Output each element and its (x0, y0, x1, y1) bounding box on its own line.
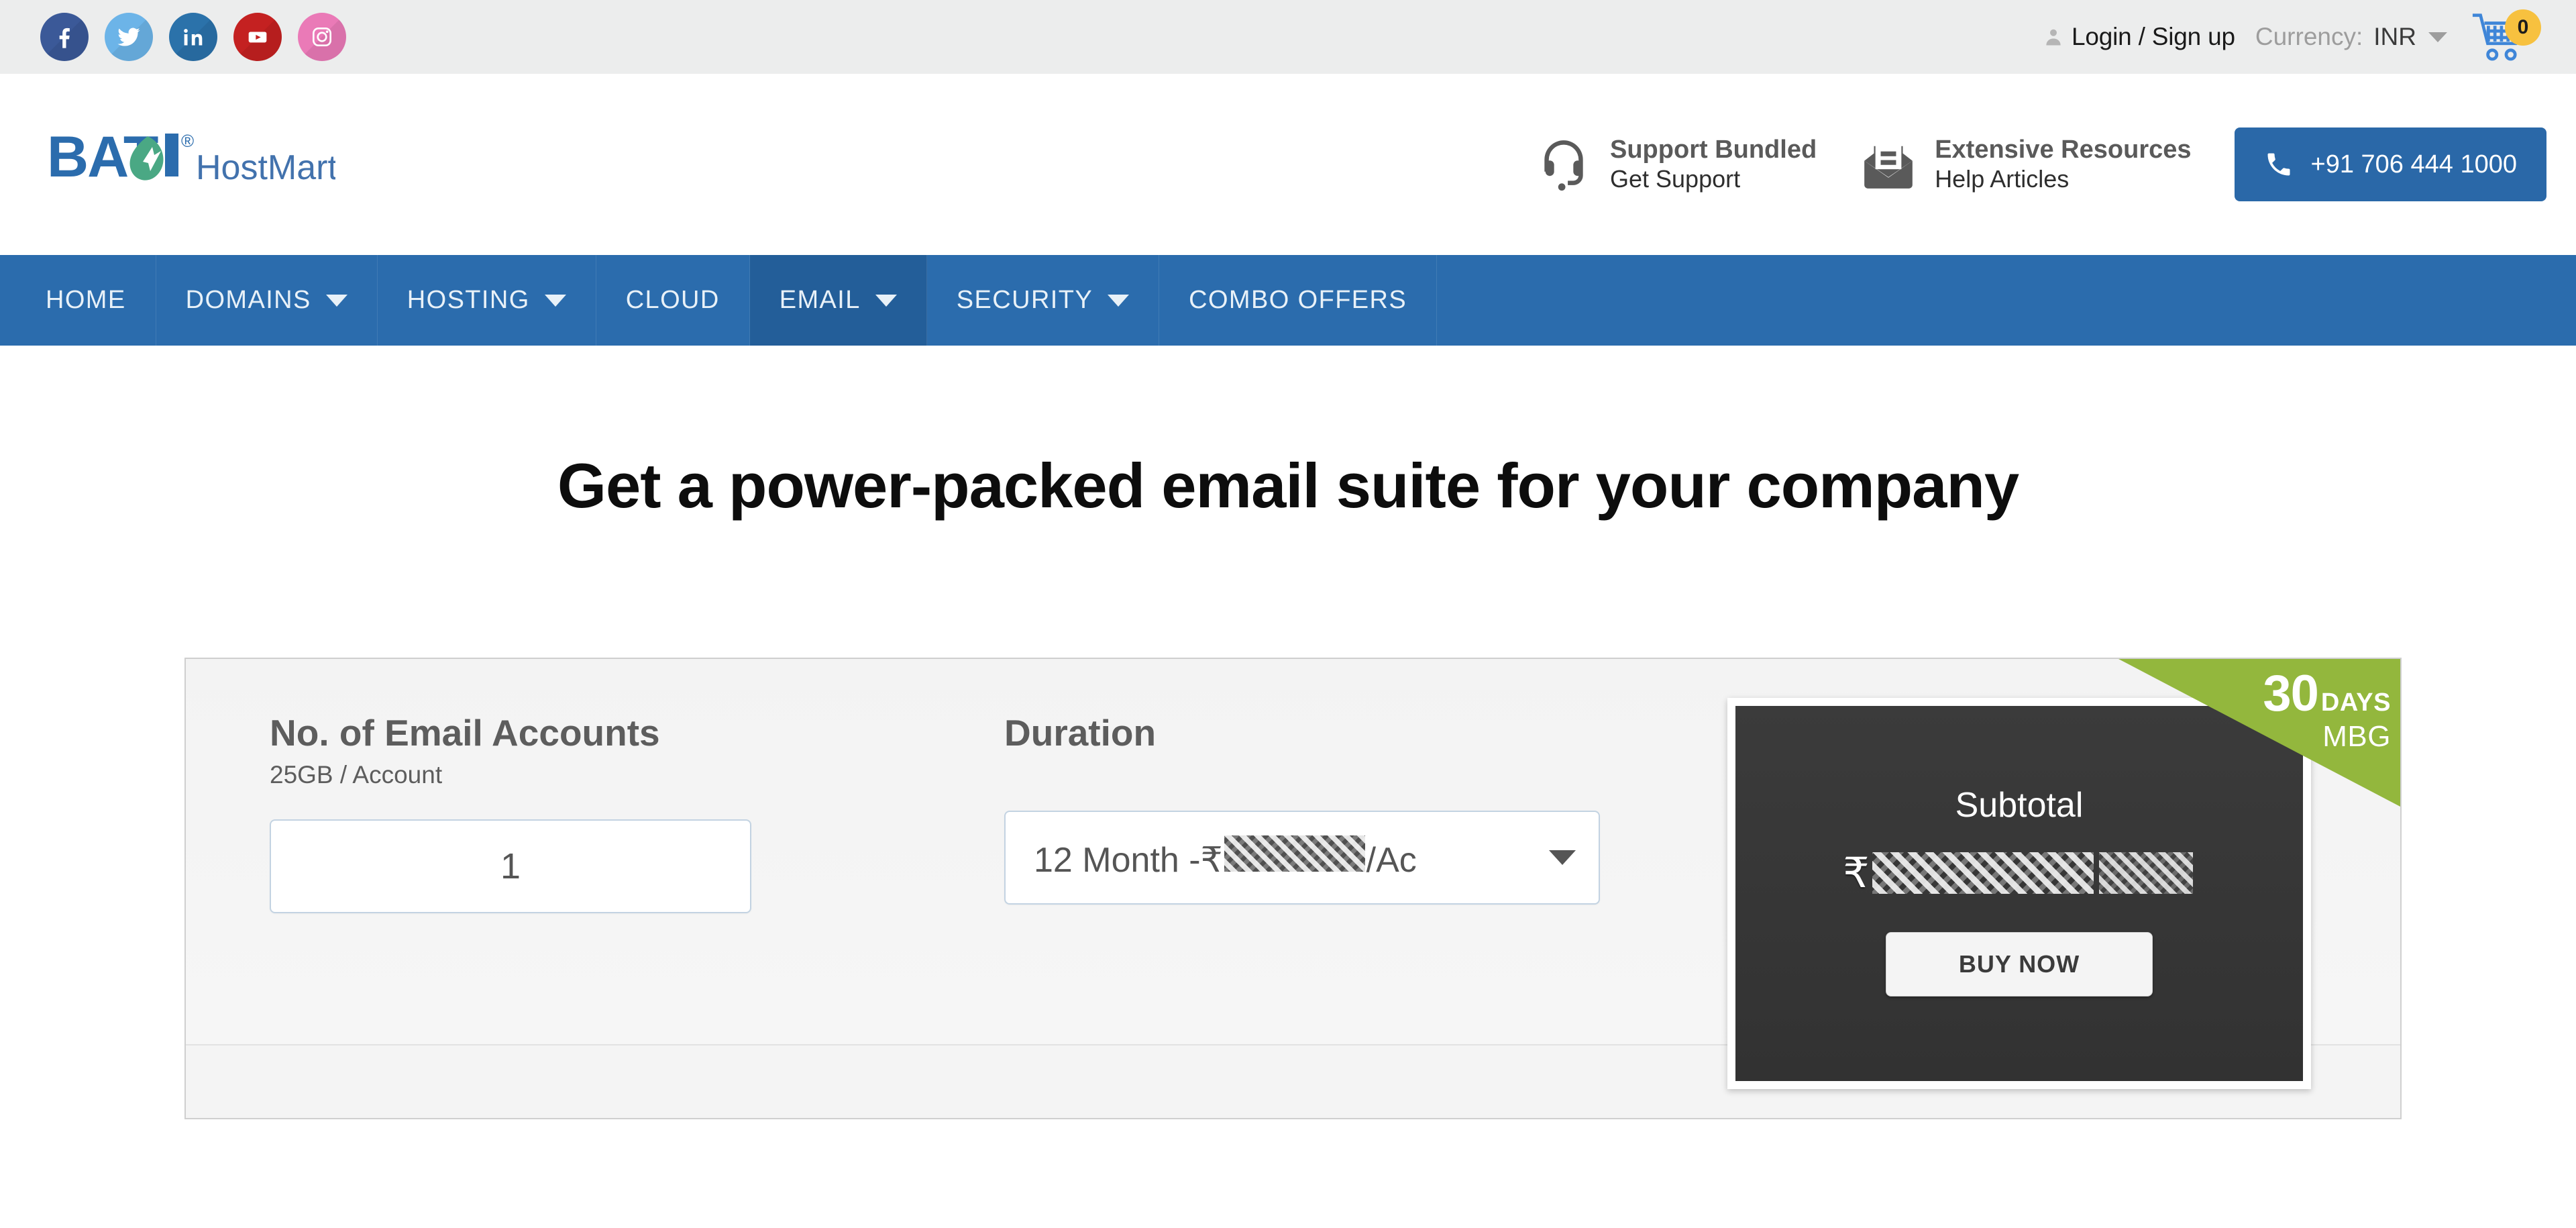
page-title: Get a power-packed email suite for your … (557, 450, 2019, 521)
email-accounts-sublabel: 25GB / Account (270, 761, 443, 788)
nav-label: HOME (46, 286, 126, 314)
topbar-right-group: Login / Sign up Currency: INR 0 (2043, 9, 2544, 64)
buy-now-button[interactable]: BUY NOW (1886, 932, 2153, 996)
duration-prefix: 12 Month - (1034, 840, 1201, 880)
header-features: Support Bundled Get Support Extensive Re… (1535, 127, 2546, 201)
feature-subtitle: Get Support (1610, 165, 1741, 193)
nav-item-security[interactable]: SECURITY (927, 255, 1160, 346)
duration-selected-value: 12 Month - ₹ /Ac (1034, 835, 1417, 880)
feature-subtitle: Help Articles (1935, 165, 2070, 193)
subtotal-inner: Subtotal ₹ BUY NOW (1735, 706, 2303, 1081)
feature-title: Support Bundled (1610, 136, 1817, 164)
nav-item-email[interactable]: EMAIL (749, 255, 927, 346)
chevron-down-icon (544, 294, 566, 307)
linkedin-icon[interactable] (169, 13, 217, 61)
nav-item-domains[interactable]: DOMAINS (156, 255, 378, 346)
duration-label: Duration (1004, 712, 1157, 754)
email-accounts-field-group: No. of Email Accounts 25GB / Account 1 (270, 711, 894, 913)
main-navigation: HOME DOMAINS HOSTING CLOUD EMAIL SECURIT… (0, 255, 2576, 346)
envelope-document-icon (1860, 136, 1917, 193)
subtotal-amount-redacted (1872, 852, 2094, 894)
cart-count-badge: 0 (2505, 9, 2541, 46)
nav-item-home[interactable]: HOME (0, 255, 156, 346)
phone-number: +91 706 444 1000 (2310, 150, 2517, 178)
subtotal-panel: Subtotal ₹ BUY NOW (1727, 698, 2311, 1089)
social-links (40, 13, 346, 61)
ribbon-unit: DAYS (2320, 688, 2391, 717)
phone-icon (2267, 153, 2290, 176)
nav-label: EMAIL (779, 286, 861, 314)
facebook-icon[interactable] (40, 13, 89, 61)
site-header: BAT ® HostMart Support Bundled Get Suppo… (0, 74, 2576, 255)
email-accounts-label: No. of Email Accounts (270, 712, 660, 754)
nav-item-hosting[interactable]: HOSTING (378, 255, 596, 346)
duration-field-group: Duration 12 Month - ₹ /Ac (1004, 711, 1675, 905)
feature-title: Extensive Resources (1935, 136, 2192, 164)
top-utility-bar: Login / Sign up Currency: INR 0 (0, 0, 2576, 74)
quantity-value: 1 (500, 846, 521, 886)
nav-item-cloud[interactable]: CLOUD (596, 255, 750, 346)
svg-text:HostMart: HostMart (196, 148, 335, 187)
subtotal-label: Subtotal (1955, 786, 2084, 825)
duration-price-redacted (1224, 835, 1365, 872)
user-account-icon[interactable] (2043, 25, 2063, 48)
duration-chevron-down-icon (1549, 850, 1576, 865)
buy-now-label: BUY NOW (1958, 950, 2080, 978)
duration-currency-symbol: ₹ (1200, 840, 1223, 880)
currency-chevron-down-icon[interactable] (2428, 32, 2447, 42)
login-signup-link[interactable]: Login / Sign up (2072, 23, 2235, 51)
svg-text:®: ® (181, 131, 194, 151)
nav-label: DOMAINS (185, 286, 311, 314)
headset-icon (1535, 136, 1593, 193)
twitter-icon[interactable] (105, 13, 153, 61)
batoi-hostmart-logo-icon: BAT ® HostMart (47, 125, 335, 189)
nav-item-combo-offers[interactable]: COMBO OFFERS (1159, 255, 1438, 346)
cart-button[interactable]: 0 (2470, 9, 2544, 64)
chevron-down-icon (1108, 294, 1130, 307)
email-accounts-quantity-input[interactable]: 1 (270, 819, 751, 913)
duration-suffix: /Ac (1366, 840, 1417, 880)
feature-support-bundled[interactable]: Support Bundled Get Support (1535, 135, 1817, 193)
brand-logo[interactable]: BAT ® HostMart (47, 124, 335, 205)
nav-label: SECURITY (956, 286, 1093, 314)
duration-select[interactable]: 12 Month - ₹ /Ac (1004, 811, 1600, 905)
currency-value[interactable]: INR (2373, 23, 2416, 51)
nav-label: COMBO OFFERS (1189, 286, 1407, 314)
instagram-icon[interactable] (298, 13, 346, 61)
nav-label: CLOUD (625, 286, 720, 314)
subtotal-amount-redacted-tail (2098, 852, 2193, 894)
chevron-down-icon (875, 294, 897, 307)
feature-extensive-resources[interactable]: Extensive Resources Help Articles (1860, 135, 2192, 193)
subtotal-amount: ₹ (1843, 848, 2195, 897)
chevron-down-icon (325, 294, 347, 307)
subtotal-currency-symbol: ₹ (1843, 850, 1870, 897)
currency-label: Currency: (2255, 23, 2363, 50)
phone-button[interactable]: +91 706 444 1000 (2234, 127, 2546, 201)
nav-label: HOSTING (407, 286, 530, 314)
youtube-icon[interactable] (233, 13, 282, 61)
